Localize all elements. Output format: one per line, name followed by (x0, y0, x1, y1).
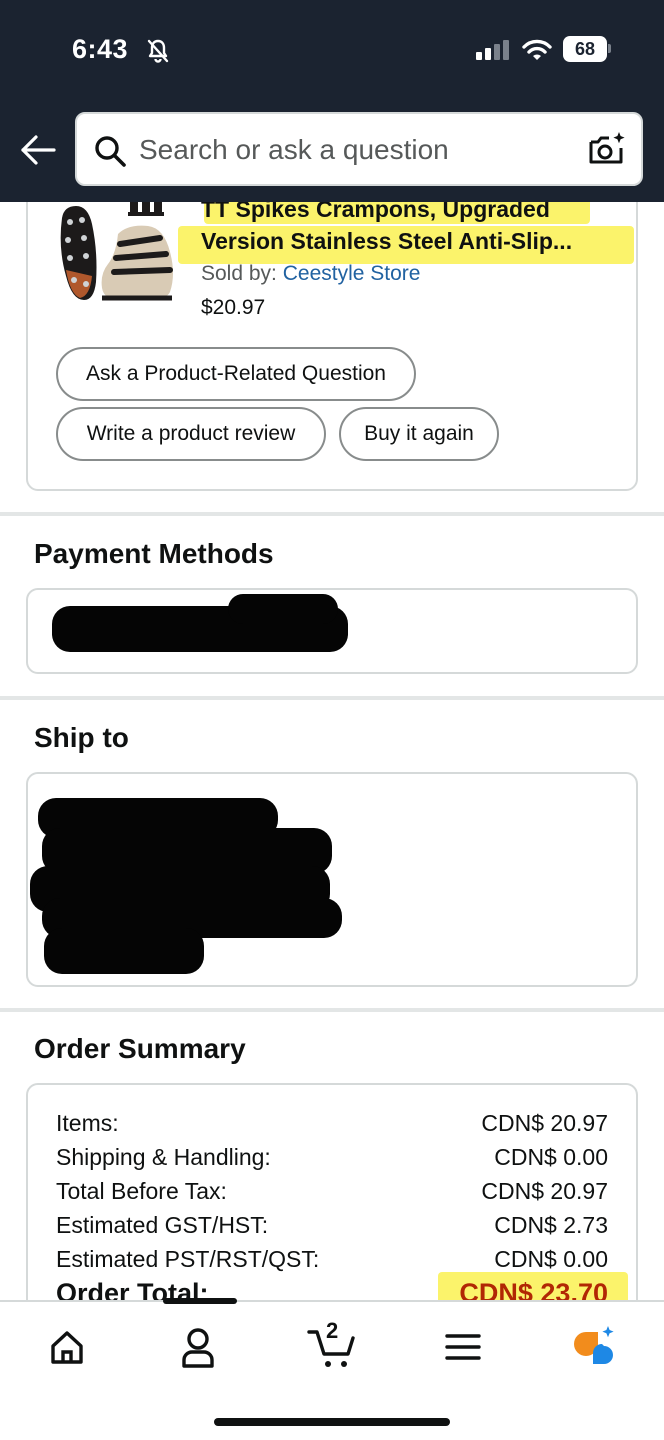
sold-by-label: Sold by: (201, 262, 277, 285)
battery-indicator: 68 (563, 36, 607, 62)
product-price: $20.97 (201, 296, 266, 319)
seller-link[interactable]: Ceestyle Store (283, 262, 421, 285)
buy-again-button[interactable]: Buy it again (339, 407, 499, 461)
search-input[interactable] (139, 128, 579, 172)
product-image[interactable] (56, 200, 186, 304)
summary-label: Items: (56, 1110, 119, 1136)
wifi-icon (522, 39, 552, 60)
top-header: 6:43 68 (0, 0, 664, 202)
summary-row: Shipping & Handling: CDN$ 0.00 (56, 1144, 608, 1171)
account-icon[interactable] (173, 1324, 223, 1370)
summary-label: Estimated PST/RST/QST: (56, 1246, 320, 1272)
summary-label: Estimated GST/HST: (56, 1212, 269, 1238)
summary-value: CDN$ 20.97 (481, 1178, 608, 1204)
redacted-address-5 (44, 928, 204, 974)
summary-row: Estimated GST/HST: CDN$ 2.73 (56, 1212, 608, 1239)
rufus-assistant-icon[interactable] (568, 1324, 618, 1370)
camera-search-icon[interactable] (587, 130, 627, 168)
sold-by: Sold by: Ceestyle Store (201, 262, 420, 286)
ship-to-heading: Ship to (34, 722, 129, 753)
active-tab-indicator (163, 1298, 237, 1304)
ask-question-button[interactable]: Ask a Product-Related Question (56, 347, 416, 401)
summary-label: Total Before Tax: (56, 1178, 227, 1204)
bottom-nav: 2 (0, 1298, 664, 1440)
section-divider (0, 1008, 664, 1012)
battery-tip (608, 44, 611, 53)
summary-row: Items: CDN$ 20.97 (56, 1110, 608, 1137)
section-divider (0, 512, 664, 516)
summary-value: CDN$ 2.73 (494, 1212, 608, 1238)
cellular-signal-icon (476, 40, 509, 60)
payment-method-box[interactable] (26, 588, 638, 674)
ship-to-box[interactable] (26, 772, 638, 987)
write-review-button[interactable]: Write a product review (56, 407, 326, 461)
summary-value: CDN$ 20.97 (481, 1110, 608, 1136)
summary-row: Estimated PST/RST/QST: CDN$ 0.00 (56, 1246, 608, 1273)
menu-icon[interactable] (438, 1324, 488, 1370)
status-time: 6:43 (72, 34, 129, 64)
order-summary-heading: Order Summary (34, 1033, 246, 1064)
redacted-payment-2 (228, 594, 338, 624)
home-indicator (214, 1418, 450, 1426)
cart-button[interactable]: 2 (306, 1318, 360, 1370)
silent-bell-icon (147, 39, 169, 63)
cart-count: 2 (326, 1318, 339, 1343)
home-icon[interactable] (42, 1324, 92, 1370)
product-title-line2: Version Stainless Steel Anti-Slip... (201, 228, 573, 254)
summary-row: Total Before Tax: CDN$ 20.97 (56, 1178, 608, 1205)
summary-label: Shipping & Handling: (56, 1144, 271, 1170)
section-divider (0, 696, 664, 700)
summary-value: CDN$ 0.00 (494, 1246, 608, 1272)
payment-methods-heading: Payment Methods (34, 538, 274, 569)
search-bar[interactable] (75, 112, 643, 186)
back-arrow-icon[interactable] (18, 132, 58, 168)
summary-value: CDN$ 0.00 (494, 1144, 608, 1170)
search-icon (95, 136, 126, 167)
product-title[interactable]: TT Spikes Crampons, Upgraded Version Sta… (201, 193, 621, 257)
